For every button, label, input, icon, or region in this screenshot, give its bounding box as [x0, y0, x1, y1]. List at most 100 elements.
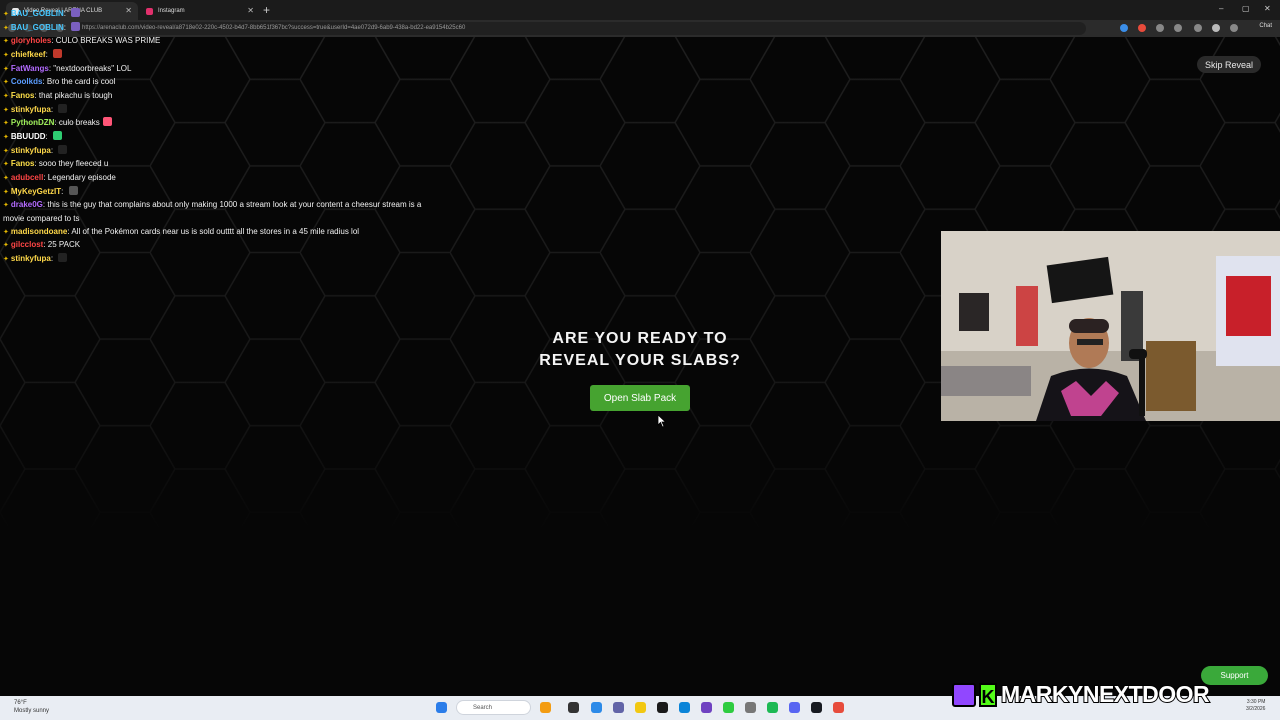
chat-emote-icon — [68, 185, 78, 195]
settings-icon[interactable] — [1174, 24, 1182, 32]
chat-message: ✦ PythonDZN: culo breaks — [3, 117, 421, 131]
skip-reveal-button[interactable]: Skip Reveal — [1197, 56, 1261, 73]
taskbar-search[interactable]: Search — [456, 700, 531, 715]
app-icon[interactable] — [833, 702, 844, 713]
menu-icon[interactable] — [1230, 24, 1238, 32]
weather-desc: Mostly sunny — [14, 708, 50, 714]
chat-separator: : — [63, 22, 69, 32]
streamer-name: MARKYNEXTDOOR — [1000, 680, 1211, 708]
chat-badge-icon: ✦ — [3, 38, 9, 46]
chat-emote-icon — [58, 103, 68, 113]
chat-emote-icon — [102, 117, 112, 127]
open-slab-pack-button[interactable]: Open Slab Pack — [590, 385, 690, 411]
profile-avatar-icon[interactable] — [1212, 24, 1220, 32]
chat-badge-icon: ✦ — [3, 79, 9, 87]
discord-icon[interactable] — [789, 702, 800, 713]
chat-username[interactable]: Coolkds — [11, 77, 43, 86]
chat-separator: : — [50, 253, 56, 263]
chat-badge-icon: ✦ — [3, 133, 9, 141]
chat-username[interactable]: FatWangs — [11, 64, 49, 73]
chat-text: movie compared to ts — [3, 213, 80, 223]
chat-username[interactable]: stinkyfupa — [11, 254, 51, 263]
chat-separator: : — [45, 49, 51, 59]
chat-badge-icon: ✦ — [3, 161, 9, 169]
extensions-puzzle-icon[interactable] — [1194, 24, 1202, 32]
close-window-button[interactable]: ✕ — [1264, 4, 1271, 13]
chat-separator: : — [45, 131, 50, 141]
chat-text: CULO BREAKS WAS PRIME — [55, 36, 161, 46]
kick-logo-icon: K — [979, 682, 997, 707]
chat-message: ✦ Fanos: sooo they fleeced u — [3, 158, 421, 172]
chat-username[interactable]: drake0G — [11, 200, 43, 209]
minimize-button[interactable]: – — [1219, 4, 1223, 13]
extension-icon[interactable] — [1138, 24, 1146, 32]
teams-icon[interactable] — [613, 702, 624, 713]
chat-username[interactable]: BAU_GOBLIN — [11, 23, 64, 32]
chat-username[interactable]: BBUUDD — [11, 132, 46, 141]
chat-message: ✦ MyKeyGetzIT: — [3, 185, 421, 200]
chat-username[interactable]: madisondoane — [11, 227, 67, 236]
chat-badge-icon: ✦ — [3, 174, 9, 182]
chat-badge-icon: ✦ — [3, 188, 9, 196]
taskbar-app-icon[interactable] — [540, 702, 551, 713]
file-explorer-icon[interactable] — [635, 702, 646, 713]
chat-username[interactable]: BAU_GOBLIN — [11, 9, 64, 18]
streamer-brand-overlay: K MARKYNEXTDOOR — [952, 680, 1211, 708]
spotify-icon[interactable] — [767, 702, 778, 713]
chat-username[interactable]: Fanos — [11, 91, 35, 100]
support-chat-button[interactable]: Support — [1201, 666, 1268, 685]
chat-text: All of the Pokémon cards near us is sold… — [71, 226, 360, 236]
maximize-button[interactable]: ▢ — [1242, 4, 1250, 13]
chat-emote-icon — [71, 8, 81, 17]
chat-badge-icon: ✦ — [3, 24, 9, 32]
chat-message: ✦ gilcclost: 25 PACK — [3, 239, 421, 253]
chat-username[interactable]: Fanos — [11, 159, 35, 168]
chat-emote-icon — [53, 48, 63, 58]
chat-emote-icon — [71, 21, 81, 31]
chat-badge-icon: ✦ — [3, 147, 9, 155]
chat-separator: : — [63, 9, 69, 18]
chat-username[interactable]: adubcell — [11, 173, 43, 182]
chat-text: Legendary episode — [47, 172, 116, 182]
headline-line-2: REVEAL YOUR SLABS? — [539, 352, 741, 369]
extension-icon[interactable] — [1156, 24, 1164, 32]
twitch-logo-icon — [952, 682, 976, 707]
windows-start-icon[interactable] — [436, 702, 447, 713]
system-clock[interactable]: 3:30 PM 3/2/2026 — [1246, 699, 1265, 713]
edge-icon[interactable] — [591, 702, 602, 713]
chat-badge-icon: ✦ — [3, 11, 9, 18]
headline-line-1: ARE YOU READY TO — [552, 330, 728, 347]
store-icon[interactable] — [657, 702, 668, 713]
chat-username[interactable]: chiefkeef — [11, 50, 46, 59]
webcam-feed — [941, 231, 1280, 421]
chat-username[interactable]: MyKeyGetzIT — [11, 187, 61, 196]
chat-badge-icon: ✦ — [3, 202, 9, 210]
chat-text: this is the guy that complains about onl… — [47, 200, 422, 210]
steam-icon[interactable] — [811, 702, 822, 713]
clock-time: 3:30 PM — [1246, 699, 1266, 705]
support-label: Support — [1220, 671, 1249, 680]
chat-username[interactable]: stinkyfupa — [11, 105, 51, 114]
app-icon[interactable] — [701, 702, 712, 713]
chat-badge-icon: ✦ — [3, 65, 9, 73]
clock-date: 3/2/2026 — [1246, 706, 1266, 712]
chat-text: "nextdoorbreaks" LOL — [53, 63, 132, 73]
settings-icon[interactable] — [745, 702, 756, 713]
app-icon[interactable] — [723, 702, 734, 713]
extension-icon[interactable] — [1120, 24, 1128, 32]
chat-username[interactable]: gilcclost — [11, 240, 43, 249]
chat-text: that pikachu is tough — [38, 90, 113, 100]
chat-text: sooo they fleeced u — [38, 159, 109, 169]
chat-username[interactable]: gloryholes — [11, 36, 51, 45]
weather-widget[interactable]: 76°F Mostly sunny — [14, 699, 49, 715]
browser-icon[interactable] — [679, 702, 690, 713]
reveal-headline: ARE YOU READY TO REVEAL YOUR SLABS? — [490, 328, 790, 372]
chat-message: movie compared to ts — [3, 213, 421, 226]
chat-message: ✦ chiefkeef: — [3, 48, 421, 63]
chat-username[interactable]: PythonDZN — [11, 118, 55, 127]
chat-username[interactable]: stinkyfupa — [11, 146, 51, 155]
task-view-icon[interactable] — [568, 702, 579, 713]
copilot-chat-button[interactable]: Chat — [1259, 23, 1272, 29]
stream-chat-overlay: ✦ BAU_GOBLIN: ✦ BAU_GOBLIN: ✦ gloryholes: C… — [3, 8, 421, 266]
chat-badge-icon: ✦ — [3, 242, 9, 250]
